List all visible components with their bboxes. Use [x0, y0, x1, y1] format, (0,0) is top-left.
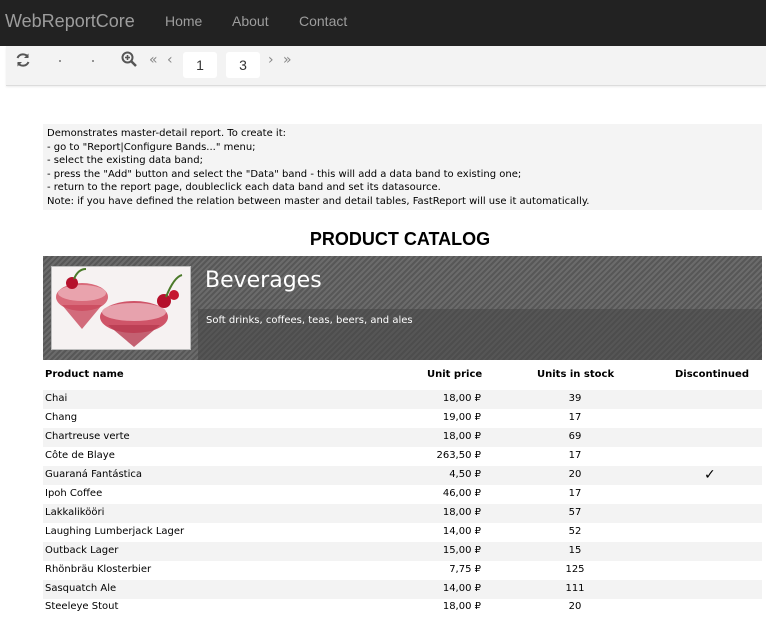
units-in-stock-cell: 17 [568, 449, 582, 461]
product-name-cell: Guaraná Fantástica [45, 468, 142, 480]
product-name-cell: Chai [45, 393, 68, 404]
units-in-stock-cell: 20 [568, 468, 582, 480]
units-in-stock-cell: 15 [568, 544, 582, 556]
table-row: Steeleye Stout 18,00 ₽ 20 [43, 598, 762, 617]
table-row: Guaraná Fantástica 4,50 ₽ 20 ✓ [43, 465, 762, 485]
zoom-in-icon[interactable] [121, 51, 137, 71]
report-toolbar: « ‹ 1 3 › » [6, 46, 766, 86]
next-page-icon[interactable]: › [268, 52, 274, 68]
product-name-cell: Steeleye Stout [45, 601, 119, 613]
table-row: Lakkalikööri 18,00 ₽ 57 [43, 503, 762, 523]
product-name-cell: Côte de Blaye [45, 449, 115, 461]
product-name-cell: Chang [45, 411, 78, 423]
first-page-icon[interactable]: « [149, 52, 158, 68]
export-button-placeholder[interactable] [92, 60, 94, 62]
units-in-stock-cell: 69 [568, 430, 582, 442]
table-row: Rhönbräu Klosterbier 7,75 ₽ 125 [43, 561, 762, 580]
category-image [51, 266, 191, 350]
product-name-cell: Laughing Lumberjack Lager [45, 525, 185, 537]
units-in-stock-cell: 20 [568, 601, 582, 613]
description-line: - return to the report page, doubleclick… [47, 182, 441, 193]
table-row: Laughing Lumberjack Lager 14,00 ₽ 52 [43, 523, 762, 542]
product-name-cell: Chartreuse verte [45, 430, 130, 442]
report-title: PRODUCT CATALOG [309, 229, 491, 249]
product-name-cell: Outback Lager [45, 544, 119, 556]
product-name-cell: Ipoh Coffee [45, 487, 103, 499]
column-header-discontinued: Discontinued [675, 369, 749, 380]
unit-price-cell: 18,00 ₽ [442, 430, 481, 442]
description-line: - press the "Add" button and select the … [47, 168, 522, 180]
category-name: Beverages [205, 268, 322, 293]
table-row: Chai 18,00 ₽ 39 [43, 390, 762, 409]
table-row: Ipoh Coffee 46,00 ₽ 17 [43, 485, 762, 504]
unit-price-cell: 18,00 ₽ [442, 506, 481, 518]
units-in-stock-cell: 17 [568, 411, 582, 423]
unit-price-cell: 14,00 ₽ [442, 525, 481, 537]
description-line: Note: if you have defined the relation b… [47, 195, 590, 207]
unit-price-cell: 14,00 ₽ [442, 582, 481, 594]
prev-page-icon[interactable]: ‹ [167, 52, 173, 68]
report-description: Demonstrates master-detail report. To cr… [43, 124, 762, 210]
current-page-input[interactable]: 1 [183, 52, 217, 78]
refresh-icon[interactable] [15, 52, 31, 72]
unit-price-cell: 46,00 ₽ [442, 487, 481, 499]
last-page-icon[interactable]: » [283, 52, 292, 68]
total-pages-display: 3 [226, 52, 260, 78]
table-row: Chartreuse verte 18,00 ₽ 69 [43, 427, 762, 447]
nav-about-link[interactable]: About [232, 13, 269, 29]
unit-price-cell: 18,00 ₽ [442, 601, 481, 613]
print-button-placeholder[interactable] [59, 60, 61, 62]
nav-home-link[interactable]: Home [165, 13, 202, 29]
product-name-cell: Sasquatch Ale [45, 582, 117, 594]
description-line: - go to "Report|Configure Bands..." menu… [47, 141, 256, 153]
category-description: Soft drinks, coffees, teas, beers, and a… [206, 315, 413, 326]
column-header-product-name: Product name [45, 369, 124, 380]
table-row: Côte de Blaye 263,50 ₽ 17 [43, 447, 762, 466]
unit-price-cell: 7,75 ₽ [449, 563, 481, 575]
product-name-cell: Rhönbräu Klosterbier [45, 563, 152, 575]
unit-price-cell: 263,50 ₽ [436, 449, 481, 461]
description-line: - select the existing data band; [47, 155, 203, 166]
unit-price-cell: 15,00 ₽ [442, 544, 481, 556]
units-in-stock-cell: 52 [568, 525, 582, 537]
table-row: Sasquatch Ale 14,00 ₽ 111 [43, 579, 762, 599]
category-header: Beverages Soft drinks, coffees, teas, be… [43, 256, 762, 360]
units-in-stock-cell: 57 [568, 506, 582, 518]
brand-link[interactable]: WebReportCore [5, 11, 135, 32]
nav-contact-link[interactable]: Contact [299, 13, 347, 29]
product-name-cell: Lakkalikööri [45, 506, 105, 518]
units-in-stock-cell: 39 [568, 393, 582, 404]
units-in-stock-cell: 17 [568, 487, 582, 499]
column-header-unit-price: Unit price [427, 369, 483, 380]
unit-price-cell: 18,00 ₽ [442, 393, 481, 404]
units-in-stock-cell: 111 [565, 582, 585, 594]
unit-price-cell: 19,00 ₽ [442, 411, 481, 423]
discontinued-cell: ✓ [704, 466, 716, 483]
navbar: WebReportCore Home About Contact [0, 0, 766, 46]
unit-price-cell: 4,50 ₽ [449, 468, 481, 480]
units-in-stock-cell: 125 [565, 563, 585, 575]
column-header-units-in-stock: Units in stock [537, 369, 615, 380]
table-row: Outback Lager 15,00 ₽ 15 [43, 541, 762, 561]
table-row: Chang 19,00 ₽ 17 [43, 409, 762, 428]
description-line: Demonstrates master-detail report. To cr… [47, 128, 286, 139]
